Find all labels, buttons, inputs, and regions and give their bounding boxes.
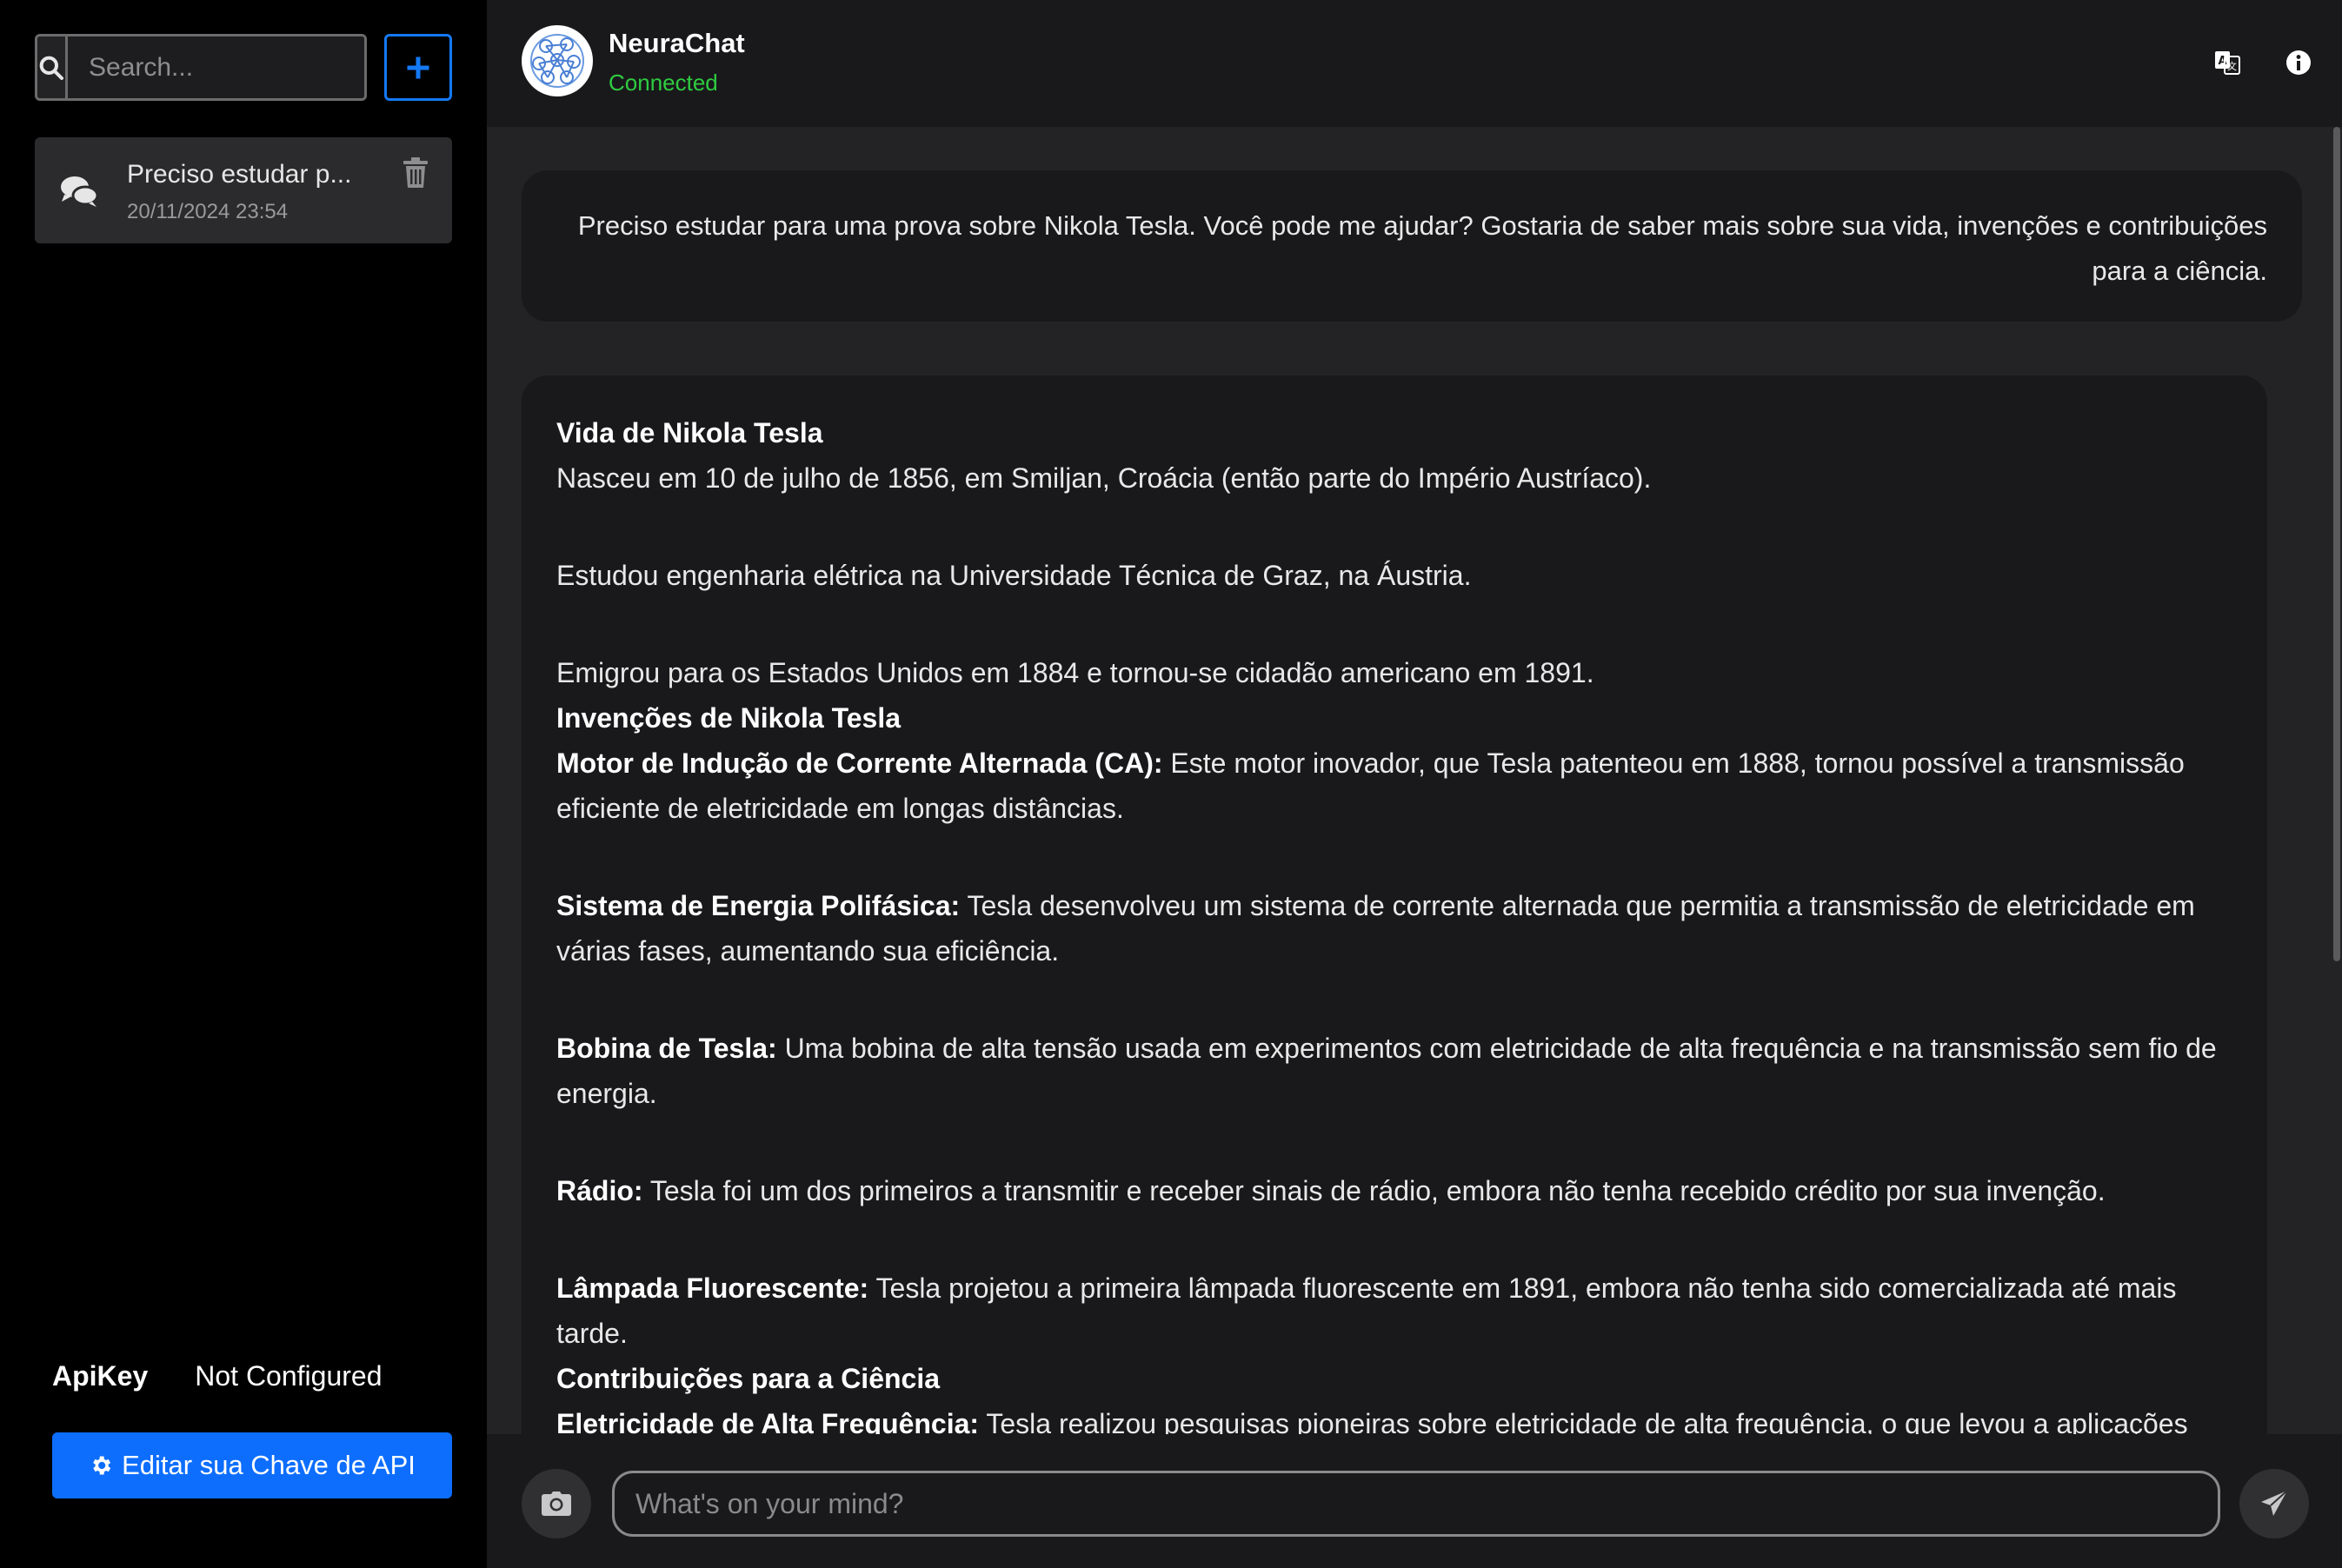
info-icon[interactable] (2285, 49, 2312, 81)
chat-item-date: 20/11/2024 23:54 (127, 200, 289, 223)
api-key-status: Not Configured (195, 1360, 383, 1392)
life-paragraph: Nasceu em 10 de julho de 1856, em Smilja… (556, 462, 1652, 494)
comments-icon (59, 174, 99, 213)
neural-network-icon (530, 34, 584, 88)
user-message: Preciso estudar para uma prova sobre Nik… (522, 170, 2302, 322)
chat-list-item[interactable]: Preciso estudar p... 20/11/2024 23:54 (35, 137, 452, 243)
invention-title: Motor de Indução de Corrente Alternada (… (556, 747, 1163, 779)
message-composer (487, 1434, 2342, 1568)
connection-status: Connected (609, 70, 718, 96)
section-heading-contributions: Contribuições para a Ciência (556, 1363, 941, 1394)
trash-icon[interactable] (402, 156, 429, 194)
camera-icon (542, 1492, 571, 1516)
api-key-status-row: ApiKey Not Configured (52, 1360, 382, 1392)
invention-title: Sistema de Energia Polifásica: (556, 890, 961, 921)
search-group (35, 34, 367, 101)
invention-item: Sistema de Energia Polifásica: Tesla des… (556, 883, 2232, 973)
sidebar: Preciso estudar p... 20/11/2024 23:54 Ap… (0, 0, 487, 1568)
chat-item-title: Preciso estudar p... (127, 160, 352, 189)
section-heading-life: Vida de Nikola Tesla (556, 417, 823, 448)
chat-header: NeuraChat Connected A 文 (487, 0, 2342, 127)
invention-item: Rádio: Tesla foi um dos primeiros a tran… (556, 1168, 2232, 1213)
chat-panel: NeuraChat Connected A 文 Preciso estudar … (487, 0, 2342, 1568)
life-paragraph: Emigrou para os Estados Unidos em 1884 e… (556, 657, 1594, 688)
contribution-item: Eletricidade de Alta Frequência: Tesla r… (556, 1401, 2232, 1434)
app-window: Preciso estudar p... 20/11/2024 23:54 Ap… (0, 0, 2342, 1568)
avatar (522, 25, 593, 96)
gear-icon (89, 1453, 113, 1478)
contribution-title: Eletricidade de Alta Frequência: (556, 1408, 980, 1434)
app-title: NeuraChat (609, 28, 745, 58)
scrollbar-thumb[interactable] (2333, 127, 2340, 961)
send-button[interactable] (2239, 1469, 2309, 1538)
life-paragraph: Estudou engenharia elétrica na Universid… (556, 560, 1472, 591)
invention-item: Motor de Indução de Corrente Alternada (… (556, 741, 2232, 831)
invention-item: Bobina de Tesla: Uma bobina de alta tens… (556, 1026, 2232, 1116)
message-input[interactable] (612, 1471, 2220, 1537)
section-heading-inventions: Invenções de Nikola Tesla (556, 702, 902, 734)
invention-title: Rádio: (556, 1175, 643, 1206)
svg-text:文: 文 (2227, 60, 2237, 72)
message-list[interactable]: Preciso estudar para uma prova sobre Nik… (487, 127, 2342, 1434)
invention-item: Lâmpada Fluorescente: Tesla projetou a p… (556, 1266, 2232, 1356)
search-input[interactable] (68, 37, 364, 98)
scrollbar[interactable] (2332, 127, 2342, 1434)
camera-button[interactable] (522, 1469, 591, 1538)
invention-text: Uma bobina de alta tensão usada em exper… (556, 1033, 2217, 1109)
assistant-message: Vida de Nikola Tesla Nasceu em 10 de jul… (522, 375, 2267, 1434)
edit-api-key-button[interactable]: Editar sua Chave de API (52, 1432, 452, 1498)
invention-title: Lâmpada Fluorescente: (556, 1272, 869, 1304)
search-icon[interactable] (37, 37, 68, 98)
api-key-label: ApiKey (52, 1360, 149, 1392)
plus-icon (407, 56, 429, 78)
send-icon (2261, 1490, 2288, 1516)
edit-api-key-label: Editar sua Chave de API (122, 1450, 416, 1480)
invention-text: Tesla foi um dos primeiros a transmitir … (642, 1175, 2106, 1206)
invention-title: Bobina de Tesla: (556, 1033, 777, 1064)
new-chat-button[interactable] (384, 34, 452, 101)
translate-icon[interactable]: A 文 (2213, 49, 2241, 81)
